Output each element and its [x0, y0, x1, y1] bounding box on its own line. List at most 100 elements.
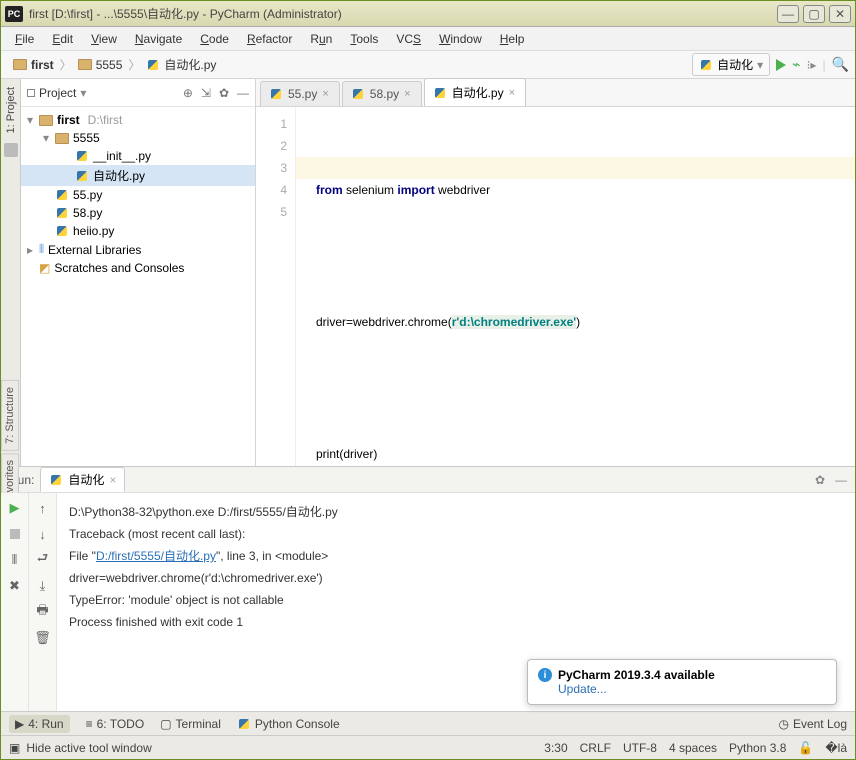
- run-tool-window: Run: 自动化 × ✿ — ▶ ⫴ ✖ ↑ ↓ ⮐ ⤓: [1, 466, 855, 711]
- search-everywhere-button[interactable]: 🔍: [832, 56, 849, 73]
- update-link[interactable]: Update...: [558, 682, 826, 696]
- tab-zidonghua[interactable]: 自动化.py×: [424, 78, 526, 106]
- status-line-sep[interactable]: CRLF: [580, 741, 611, 755]
- bottom-tab-event-log[interactable]: ◷ Event Log: [778, 717, 847, 731]
- tree-file-58[interactable]: 58.py: [21, 204, 255, 222]
- project-tree[interactable]: ▾ firstD:\first ▾ 5555 __init__.py 自动化.p…: [21, 107, 255, 466]
- python-file-icon: [269, 87, 283, 101]
- rerun-button[interactable]: ▶: [6, 499, 24, 517]
- more-run-actions-button[interactable]: ⁝▸: [807, 58, 817, 72]
- bottom-tab-python-console[interactable]: Python Console: [237, 717, 340, 731]
- menu-code[interactable]: Code: [192, 30, 237, 48]
- breadcrumb-dir: 5555: [96, 58, 123, 72]
- menu-navigate[interactable]: Navigate: [127, 30, 190, 48]
- debug-button[interactable]: ⌁: [792, 56, 800, 73]
- close-icon[interactable]: ×: [509, 87, 515, 99]
- layout-button[interactable]: ⫴: [6, 551, 24, 569]
- print-button[interactable]: 🖶: [34, 603, 52, 621]
- bottom-tab-run[interactable]: ▶ 4: Run: [9, 715, 70, 733]
- breadcrumb[interactable]: first 〉 5555 〉 自动化.py: [7, 54, 222, 75]
- menu-vcs[interactable]: VCS: [388, 30, 429, 48]
- breadcrumb-root: first: [31, 58, 54, 72]
- main-area: 1: Project Project ▾ ⊕ ⇲ ✿ — ▾: [1, 79, 855, 466]
- folder-icon: [55, 131, 69, 145]
- run-config-label: 自动化: [717, 56, 753, 73]
- tree-external-libraries[interactable]: ▸⫴ External Libraries: [21, 240, 255, 259]
- stop-button[interactable]: [6, 525, 24, 543]
- chevron-down-icon: ▾: [757, 58, 763, 72]
- tree-file-init[interactable]: __init__.py: [21, 147, 255, 165]
- bottom-tab-terminal[interactable]: ▢ Terminal: [160, 717, 221, 731]
- lock-icon[interactable]: 🔓: [798, 741, 813, 755]
- run-tab[interactable]: 自动化 ×: [40, 467, 125, 492]
- menu-tools[interactable]: Tools: [342, 30, 386, 48]
- up-button[interactable]: ↑: [34, 499, 52, 517]
- console-line: Process finished with exit code 1: [69, 611, 843, 633]
- status-hint: Hide active tool window: [26, 741, 151, 755]
- hide-icon[interactable]: —: [835, 473, 847, 487]
- side-icon[interactable]: [4, 143, 18, 157]
- project-header-label[interactable]: Project ▾: [27, 86, 86, 100]
- menu-run[interactable]: Run: [302, 30, 340, 48]
- python-file-icon: [433, 86, 447, 100]
- settings-icon[interactable]: ✿: [219, 86, 229, 100]
- close-icon[interactable]: ×: [322, 88, 328, 100]
- console-line: Traceback (most recent call last):: [69, 523, 843, 545]
- trash-button[interactable]: 🗑: [34, 629, 52, 647]
- tab-55[interactable]: 55.py×: [260, 81, 340, 106]
- run-button[interactable]: [776, 59, 786, 71]
- side-tab-project[interactable]: 1: Project: [3, 83, 19, 137]
- menu-refactor[interactable]: Refactor: [239, 30, 300, 48]
- side-tab-structure[interactable]: 7: Structure: [1, 380, 19, 451]
- bottom-tool-stripe: ▶ 4: Run ≡ 6: TODO ▢ Terminal Python Con…: [1, 711, 855, 735]
- scroll-to-end-button[interactable]: ⤓: [34, 577, 52, 595]
- close-icon[interactable]: ×: [404, 88, 410, 100]
- python-file-icon: [237, 717, 251, 731]
- menu-window[interactable]: Window: [431, 30, 490, 48]
- menu-edit[interactable]: Edit: [44, 30, 81, 48]
- status-indent[interactable]: 4 spaces: [669, 741, 717, 755]
- tree-file-zidonghua[interactable]: 自动化.py: [21, 165, 255, 186]
- locate-icon[interactable]: ⊕: [183, 86, 193, 100]
- folder-icon: [39, 113, 53, 127]
- popup-title: PyCharm 2019.3.4 available: [558, 668, 715, 682]
- console-line: D:\Python38-32\python.exe D:/first/5555/…: [69, 501, 843, 523]
- pycharm-logo-icon: PC: [5, 6, 23, 22]
- file-link[interactable]: D:/first/5555/自动化.py: [96, 549, 216, 563]
- tree-project-root[interactable]: ▾ firstD:\first: [21, 111, 255, 129]
- tab-58[interactable]: 58.py×: [342, 81, 422, 106]
- status-caret-pos[interactable]: 3:30: [544, 741, 567, 755]
- soft-wrap-button[interactable]: ⮐: [34, 551, 52, 569]
- expand-all-icon[interactable]: ⇲: [201, 86, 211, 100]
- tree-scratches[interactable]: ◩ Scratches and Consoles: [21, 259, 255, 277]
- bottom-tab-todo[interactable]: ≡ 6: TODO: [86, 717, 145, 731]
- close-icon[interactable]: ×: [109, 473, 116, 487]
- folder-icon: [78, 58, 92, 72]
- python-file-icon: [55, 206, 69, 220]
- close-button[interactable]: ✕: [829, 5, 851, 23]
- menu-help[interactable]: Help: [492, 30, 533, 48]
- run-configuration-selector[interactable]: 自动化 ▾: [692, 53, 770, 76]
- run-header: Run: 自动化 × ✿ —: [1, 467, 855, 493]
- inspection-icon[interactable]: �là: [825, 741, 847, 755]
- python-file-icon: [55, 188, 69, 202]
- hide-icon[interactable]: —: [237, 86, 249, 100]
- menu-bar: File Edit View Navigate Code Refactor Ru…: [1, 27, 855, 51]
- editor-tabs: 55.py× 58.py× 自动化.py×: [256, 79, 855, 107]
- tree-folder-5555[interactable]: ▾ 5555: [21, 129, 255, 147]
- menu-file[interactable]: File: [7, 30, 42, 48]
- settings-icon[interactable]: ✿: [815, 473, 825, 487]
- code-editor[interactable]: from selenium import webdriver driver=we…: [296, 107, 855, 466]
- menu-view[interactable]: View: [83, 30, 125, 48]
- maximize-button[interactable]: ▢: [803, 5, 825, 23]
- tree-file-heiio[interactable]: heiio.py: [21, 222, 255, 240]
- tree-file-55[interactable]: 55.py: [21, 186, 255, 204]
- minimize-button[interactable]: —: [777, 5, 799, 23]
- status-encoding[interactable]: UTF-8: [623, 741, 657, 755]
- tool-window-toggle-icon[interactable]: ▣: [9, 741, 20, 755]
- folder-icon: [13, 58, 27, 72]
- status-interpreter[interactable]: Python 3.8: [729, 741, 786, 755]
- run-toolbar-primary: ▶ ⫴ ✖: [1, 493, 29, 711]
- pin-button[interactable]: ✖: [6, 577, 24, 595]
- down-button[interactable]: ↓: [34, 525, 52, 543]
